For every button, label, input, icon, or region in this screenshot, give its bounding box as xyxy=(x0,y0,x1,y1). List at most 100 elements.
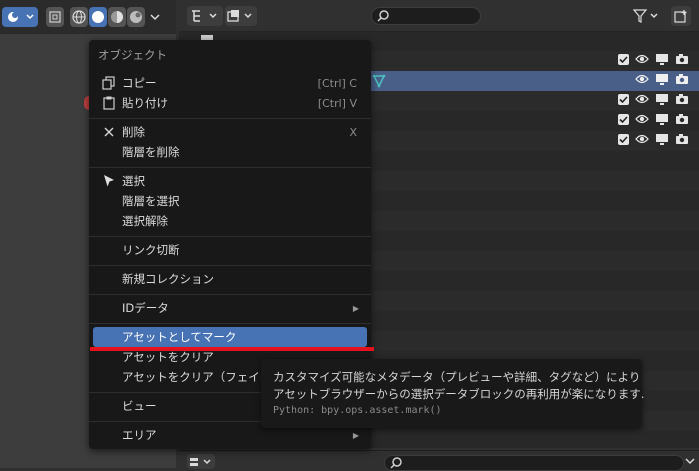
shading-material-button[interactable] xyxy=(108,7,126,27)
shading-solid-button[interactable] xyxy=(89,7,107,27)
menu-item-unlink[interactable]: リンク切断 xyxy=(93,240,367,260)
menu-item-select-hierarchy[interactable]: 階層を選択 xyxy=(93,191,367,211)
menu-separator xyxy=(89,265,371,266)
exclude-checkbox[interactable] xyxy=(618,93,629,105)
properties-search-input[interactable] xyxy=(384,455,684,471)
menu-item-delete[interactable]: 削除 X xyxy=(93,122,367,142)
outliner-icon xyxy=(192,10,217,22)
menu-separator xyxy=(89,236,371,237)
eye-icon[interactable] xyxy=(635,113,649,125)
menu-item-label: アセットをクリア（フェイク xyxy=(122,370,272,384)
exclude-checkbox[interactable] xyxy=(618,133,629,145)
solid-sphere-icon xyxy=(92,11,104,23)
menu-item-delete-hierarchy[interactable]: 階層を削除 xyxy=(93,142,367,162)
shading-rendered-button[interactable] xyxy=(127,7,145,27)
mesh-data-icon xyxy=(372,74,386,88)
monitor-icon[interactable] xyxy=(655,93,669,105)
monitor-icon[interactable] xyxy=(655,113,669,125)
menu-item-label: 削除 xyxy=(122,125,145,139)
menu-item-label: コピー xyxy=(122,76,157,90)
properties-header xyxy=(179,450,699,471)
menu-item-select[interactable]: 選択 xyxy=(93,171,367,191)
chevron-down-icon[interactable] xyxy=(685,457,695,465)
row-visibility-controls xyxy=(618,93,689,105)
exclude-checkbox[interactable] xyxy=(618,53,629,65)
monitor-icon[interactable] xyxy=(655,133,669,145)
menu-item-label: 貼り付け xyxy=(122,96,168,110)
menu-item-label: 新規コレクション xyxy=(122,272,214,286)
tooltip-python-path: Python: bpy.ops.asset.mark() xyxy=(273,405,442,416)
mark-as-asset-tooltip: カスタマイズ可能なメタデータ（プレビューや詳細、タグなど）により アセットブラウ… xyxy=(261,359,644,428)
menu-item-paste[interactable]: 貼り付け [Ctrl] V xyxy=(93,93,367,113)
menu-separator xyxy=(89,167,371,168)
menu-separator xyxy=(89,118,371,119)
display-mode-dropdown[interactable] xyxy=(225,6,257,26)
menu-title: オブジェクト xyxy=(98,48,167,62)
checkmark-icon xyxy=(619,55,628,63)
chevron-down-icon xyxy=(150,14,160,21)
new-collection-icon xyxy=(674,10,687,23)
row-visibility-controls xyxy=(618,133,689,145)
checkmark-icon xyxy=(619,135,628,143)
checkmark-icon xyxy=(619,115,628,123)
menu-item-label: エリア xyxy=(122,428,157,442)
paste-icon xyxy=(101,95,117,111)
viewport-shading-icon xyxy=(8,12,34,22)
menu-item-area[interactable]: エリア ▶ xyxy=(93,425,367,445)
exclude-checkbox[interactable] xyxy=(618,113,629,125)
search-icon xyxy=(377,10,389,22)
display-mode-icon xyxy=(227,10,252,22)
eye-icon[interactable] xyxy=(635,53,649,65)
menu-separator xyxy=(89,294,371,295)
new-collection-button[interactable] xyxy=(671,6,691,26)
material-sphere-icon xyxy=(111,11,123,23)
menu-separator xyxy=(89,323,371,324)
monitor-icon[interactable] xyxy=(655,73,669,85)
eye-icon[interactable] xyxy=(635,133,649,145)
row-visibility-controls xyxy=(618,113,689,125)
x-icon xyxy=(101,124,117,140)
menu-item-deselect[interactable]: 選択解除 xyxy=(93,211,367,231)
submenu-arrow-icon: ▶ xyxy=(352,303,359,313)
cursor-icon xyxy=(101,173,117,189)
editor-type-button[interactable] xyxy=(2,7,38,27)
camera-icon[interactable] xyxy=(675,93,689,105)
menu-item-label: ビュー xyxy=(122,399,157,413)
menu-item-label: アセットをクリア xyxy=(122,350,214,364)
eye-icon[interactable] xyxy=(635,73,649,85)
checkmark-icon xyxy=(619,95,628,103)
camera-icon[interactable] xyxy=(675,133,689,145)
menu-item-label: 階層を選択 xyxy=(122,194,180,208)
properties-editor-type-button[interactable] xyxy=(187,454,215,469)
copy-icon xyxy=(101,75,117,91)
camera-icon[interactable] xyxy=(675,73,689,85)
outliner-header xyxy=(179,0,699,32)
eye-icon[interactable] xyxy=(635,93,649,105)
shading-options-dropdown[interactable] xyxy=(147,7,163,27)
row-visibility-controls xyxy=(618,53,689,65)
menu-item-mark-as-asset[interactable]: アセットとしてマーク xyxy=(93,327,367,347)
outliner-editor-type-button[interactable] xyxy=(187,6,223,26)
menu-item-id-data[interactable]: IDデータ ▶ xyxy=(93,298,367,318)
wireframe-sphere-icon xyxy=(72,10,86,24)
filter-dropdown[interactable] xyxy=(631,6,663,26)
filter-icon xyxy=(633,9,658,23)
tooltip-description-line: カスタマイズ可能なメタデータ（プレビューや詳細、タグなど）により xyxy=(273,370,641,384)
menu-item-copy[interactable]: コピー [Ctrl] C xyxy=(93,73,367,93)
row-visibility-controls xyxy=(618,73,689,85)
menu-item-shortcut: X xyxy=(349,125,357,139)
monitor-icon[interactable] xyxy=(655,53,669,65)
highlight-underline xyxy=(90,347,374,351)
menu-item-label: 選択 xyxy=(122,174,145,188)
gizmo-toggle-button[interactable] xyxy=(46,7,64,27)
menu-item-shortcut: [Ctrl] C xyxy=(317,76,357,90)
camera-icon[interactable] xyxy=(675,113,689,125)
menu-item-new-collection[interactable]: 新規コレクション xyxy=(93,269,367,289)
rendered-sphere-icon xyxy=(130,11,142,23)
submenu-arrow-icon: ▶ xyxy=(352,430,359,440)
menu-item-label: リンク切断 xyxy=(122,243,180,257)
shading-wireframe-button[interactable] xyxy=(70,7,88,27)
camera-icon[interactable] xyxy=(675,53,689,65)
menu-item-label: アセットとしてマーク xyxy=(122,330,237,344)
outliner-search-input[interactable] xyxy=(371,7,481,25)
